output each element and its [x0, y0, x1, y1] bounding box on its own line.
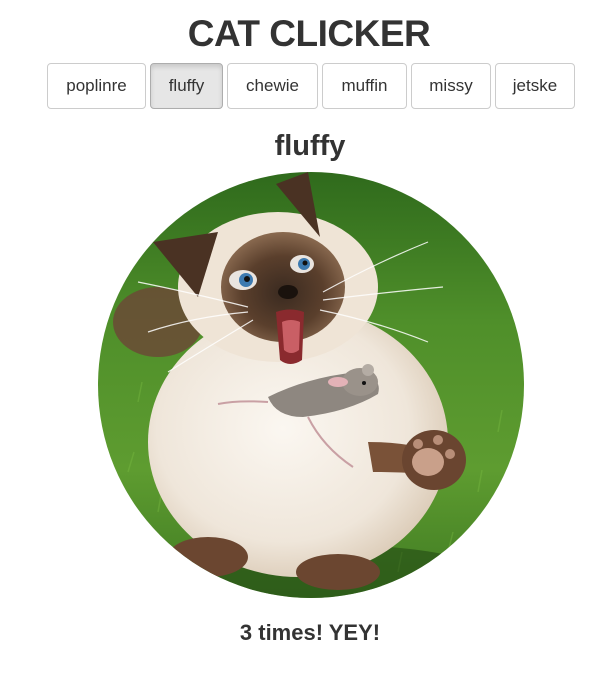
cat-button-poplinre[interactable]: poplinre [47, 63, 146, 109]
app-title: CAT CLICKER [187, 13, 431, 54]
cat-photo-illustration [98, 172, 524, 598]
cat-selector-nav: poplinre fluffy chewie muffin missy jets… [47, 63, 575, 109]
cat-name-heading: fluffy [274, 130, 346, 162]
cat-button-chewie[interactable]: chewie [227, 63, 318, 109]
cat-button-muffin[interactable]: muffin [322, 63, 407, 109]
cat-button-jetske[interactable]: jetske [495, 63, 575, 109]
cat-button-missy[interactable]: missy [411, 63, 491, 109]
cat-image[interactable] [98, 172, 524, 598]
cat-button-fluffy[interactable]: fluffy [150, 63, 223, 109]
click-count-text: 3 times! YEY! [239, 620, 381, 645]
